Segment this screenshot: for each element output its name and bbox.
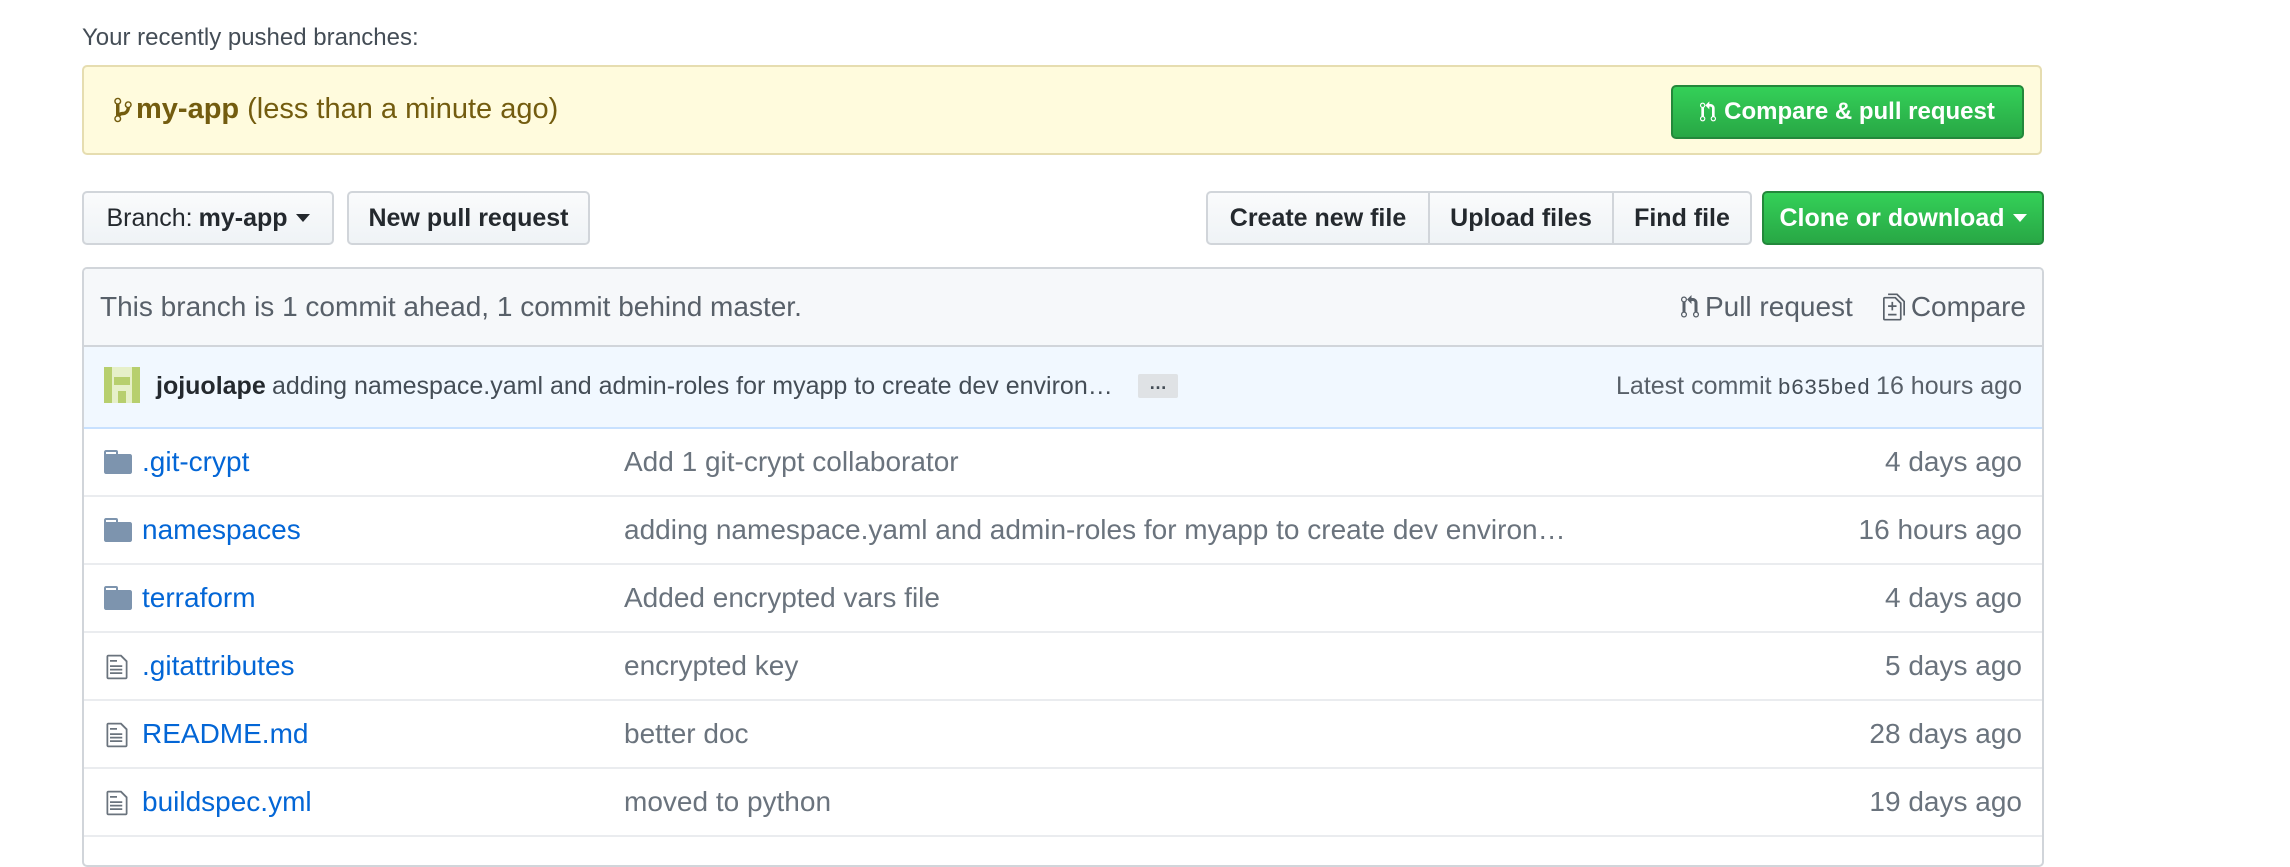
pull-request-icon (1680, 295, 1699, 318)
commit-message[interactable]: adding namespace.yaml and admin-roles fo… (272, 372, 1113, 401)
commit-age: 16 hours ago (1876, 372, 2022, 400)
file-age: 19 days ago (1869, 786, 2022, 817)
file-icon (104, 789, 130, 824)
upload-files-button[interactable]: Upload files (1428, 191, 1614, 245)
file-row: README.md better doc 28 days ago (84, 701, 2042, 769)
file-row: terraform Added encrypted vars file 4 da… (84, 565, 2042, 633)
diff-icon (1882, 293, 1905, 321)
branch-prefix: Branch: (106, 203, 193, 232)
branch-select-menu[interactable]: Branch: my-app (82, 191, 334, 245)
folder-icon (104, 449, 132, 481)
pull-request-link[interactable]: Pull request (1680, 291, 1853, 323)
file-age: 4 days ago (1885, 582, 2022, 613)
latest-commit-label: Latest commit (1616, 372, 1772, 400)
file-age: 5 days ago (1885, 650, 2022, 681)
compare-pull-request-button[interactable]: Compare & pull request (1671, 85, 2024, 139)
file-row: namespaces adding namespace.yaml and adm… (84, 497, 2042, 565)
clone-or-download-button[interactable]: Clone or download (1762, 191, 2044, 245)
file-icon (104, 721, 130, 756)
recent-push-banner: my-app (less than a minute ago) Compare … (82, 65, 2042, 155)
latest-commit-bar: jojuolape adding namespace.yaml and admi… (84, 347, 2042, 429)
compare-label: Compare (1910, 291, 2026, 322)
branch-status-links: Pull request Compare (1651, 291, 2026, 323)
git-branch-icon (114, 97, 132, 122)
find-file-button[interactable]: Find file (1612, 191, 1752, 245)
latest-commit-info: Latest commit b635bed 16 hours ago (1616, 372, 2022, 401)
file-name-link[interactable]: buildspec.yml (142, 786, 312, 818)
file-commit-message[interactable]: Add 1 git-crypt collaborator (624, 446, 959, 478)
recent-branch-name[interactable]: my-app (136, 93, 239, 126)
file-row: .gitattributes encrypted key 5 days ago (84, 633, 2042, 701)
file-icon (104, 653, 130, 688)
create-new-file-button[interactable]: Create new file (1206, 191, 1430, 245)
file-commit-message[interactable]: Added encrypted vars file (624, 582, 940, 614)
recent-branches-title: Your recently pushed branches: (82, 24, 419, 51)
pull-request-label: Pull request (1704, 291, 1853, 322)
current-branch-name: my-app (198, 203, 288, 232)
compare-link[interactable]: Compare (1882, 291, 2026, 323)
caret-down-icon (2012, 214, 2027, 222)
folder-icon (104, 585, 132, 617)
avatar[interactable] (104, 367, 140, 403)
compare-pull-request-label: Compare & pull request (1724, 98, 1995, 125)
file-row: .git-crypt Add 1 git-crypt collaborator … (84, 429, 2042, 497)
new-pull-request-button[interactable]: New pull request (347, 191, 590, 245)
file-name-link[interactable]: terraform (142, 582, 256, 614)
commit-sha-link[interactable]: b635bed (1778, 376, 1870, 401)
commit-author[interactable]: jojuolape (156, 372, 266, 401)
folder-icon (104, 517, 132, 549)
file-navigation-box: This branch is 1 commit ahead, 1 commit … (82, 267, 2044, 867)
recent-branch-time: (less than a minute ago) (247, 93, 559, 125)
file-commit-message[interactable]: moved to python (624, 786, 831, 818)
file-row: buildspec.yml moved to python 19 days ag… (84, 769, 2042, 837)
pull-request-icon (1700, 101, 1717, 122)
file-name-link[interactable]: .git-crypt (142, 446, 249, 478)
expand-commit-button[interactable]: … (1138, 374, 1178, 398)
clone-label: Clone or download (1779, 203, 2005, 232)
branch-status-text: This branch is 1 commit ahead, 1 commit … (100, 291, 802, 322)
file-commit-message[interactable]: encrypted key (624, 650, 798, 682)
file-name-link[interactable]: namespaces (142, 514, 301, 546)
file-actions-group: Create new file Upload files Find file (1206, 191, 1752, 245)
branch-status-bar: This branch is 1 commit ahead, 1 commit … (84, 269, 2042, 347)
recent-branch-line: my-app (less than a minute ago) (114, 93, 558, 126)
file-commit-message[interactable]: better doc (624, 718, 749, 750)
caret-down-icon (295, 214, 310, 222)
file-commit-message[interactable]: adding namespace.yaml and admin-roles fo… (624, 514, 1566, 546)
file-age: 28 days ago (1869, 718, 2022, 749)
file-age: 4 days ago (1885, 446, 2022, 477)
file-name-link[interactable]: .gitattributes (142, 650, 295, 682)
file-age: 16 hours ago (1858, 514, 2022, 545)
file-name-link[interactable]: README.md (142, 718, 308, 750)
